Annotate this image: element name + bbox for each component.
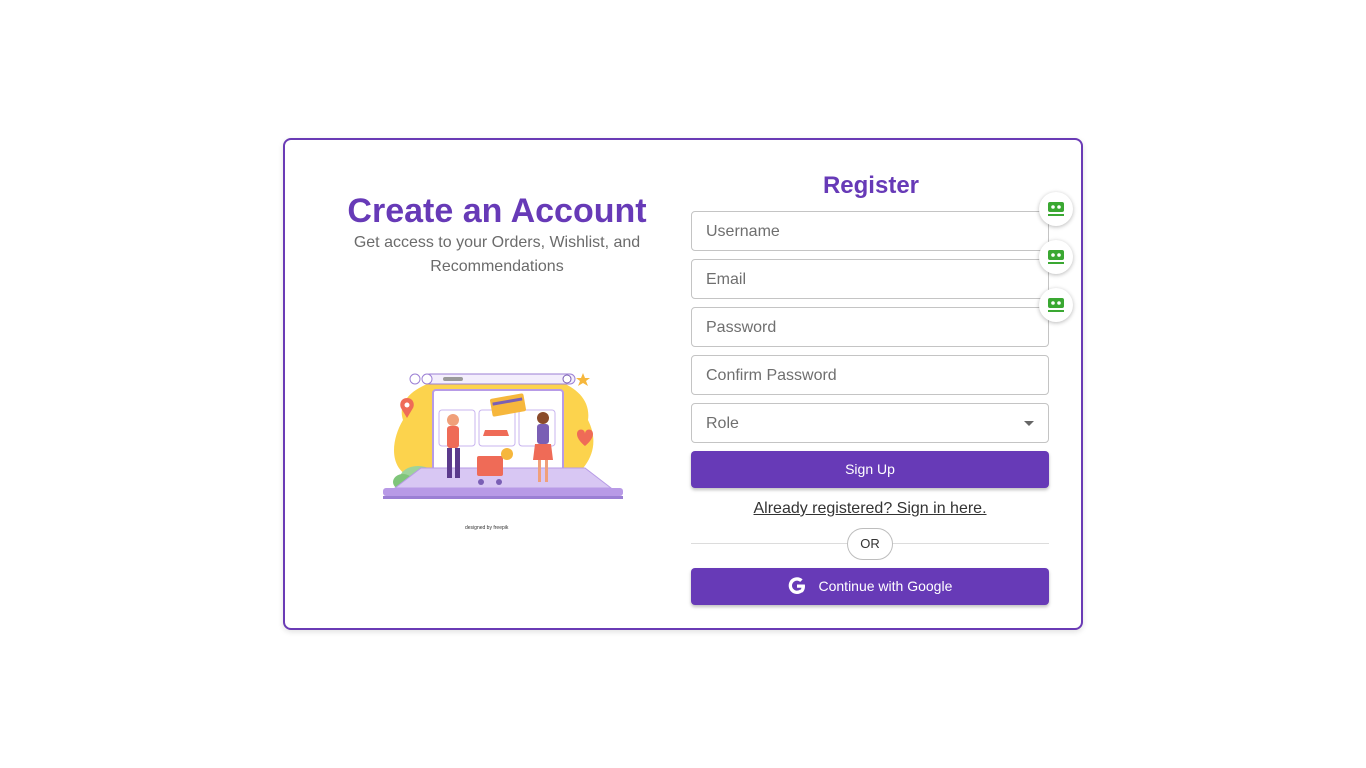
email-placeholder: Email <box>706 271 747 288</box>
form-title: Register <box>822 172 920 199</box>
google-button-label: Continue with Google <box>818 578 953 594</box>
register-form: Register Username Email Password Confirm… <box>691 140 1051 628</box>
google-icon <box>788 577 805 594</box>
password-manager-icon[interactable] <box>1039 288 1073 322</box>
username-input[interactable]: Username <box>691 211 1049 251</box>
signin-link[interactable]: Already registered? Sign in here. <box>691 499 1049 519</box>
register-card: Create an Account Get access to your Ord… <box>283 138 1083 630</box>
signup-button[interactable]: Sign Up <box>691 451 1049 488</box>
role-placeholder: Role <box>706 415 739 432</box>
chevron-down-icon <box>1024 421 1034 426</box>
page-subtitle: Get access to your Orders, Wishlist, and… <box>353 234 641 275</box>
confirm-password-placeholder: Confirm Password <box>706 367 837 384</box>
or-divider-label: OR <box>847 528 893 560</box>
intro-panel: Create an Account Get access to your Ord… <box>285 140 709 628</box>
page-title: Create an Account <box>347 192 647 230</box>
confirm-password-input[interactable]: Confirm Password <box>691 355 1049 395</box>
password-placeholder: Password <box>706 319 777 336</box>
illustration-credit: designed by freepik <box>465 525 509 531</box>
username-placeholder: Username <box>706 223 780 240</box>
password-input[interactable]: Password <box>691 307 1049 347</box>
email-input[interactable]: Email <box>691 259 1049 299</box>
password-manager-icon[interactable] <box>1039 240 1073 274</box>
shopping-illustration <box>383 373 623 499</box>
google-signin-button[interactable]: Continue with Google <box>691 568 1049 605</box>
role-select[interactable]: Role <box>691 403 1049 443</box>
password-manager-icon[interactable] <box>1039 192 1073 226</box>
